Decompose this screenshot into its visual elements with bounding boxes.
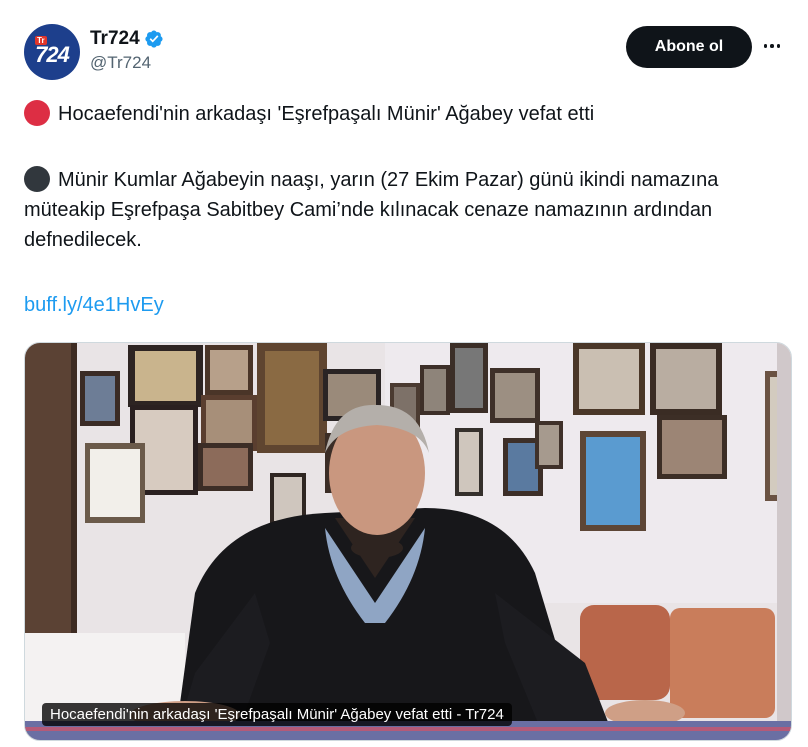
handle[interactable]: @Tr724 (90, 53, 164, 73)
display-name-link[interactable]: Tr724 (90, 28, 164, 50)
more-dots-icon[interactable] (760, 36, 784, 56)
tweet-media-card[interactable]: Hocaefendi'nin arkadaşı 'Eşrefpaşalı Mün… (24, 342, 792, 741)
follow-button[interactable]: Abone ol (626, 26, 752, 68)
tweet-headline: Hocaefendi'nin arkadaşı 'Eşrefpaşalı Mün… (58, 103, 595, 125)
avatar-text: 724 (35, 42, 70, 67)
red-circle-icon (24, 100, 50, 126)
tweet-headline-line: Hocaefendi'nin arkadaşı 'Eşrefpaşalı Mün… (24, 99, 784, 129)
avatar-badge: Tr (35, 36, 47, 45)
display-name: Tr724 (90, 28, 140, 49)
verified-badge-icon (145, 30, 163, 48)
tweet-body: Münir Kumlar Ağabeyin naaşı, yarın (27 E… (24, 169, 719, 251)
tweet-link[interactable]: buff.ly/4e1HvEy (24, 294, 164, 317)
tweet-header: Tr 724 Tr724 @Tr724 Abone ol (24, 24, 784, 80)
photo (25, 343, 791, 740)
media-caption: Hocaefendi'nin arkadaşı 'Eşrefpaşalı Mün… (42, 703, 512, 726)
black-circle-icon (24, 166, 50, 192)
account-names: Tr724 @Tr724 (90, 28, 164, 73)
avatar[interactable]: Tr 724 (24, 24, 80, 80)
tweet-body-line: Münir Kumlar Ağabeyin naaşı, yarın (27 E… (24, 165, 784, 255)
